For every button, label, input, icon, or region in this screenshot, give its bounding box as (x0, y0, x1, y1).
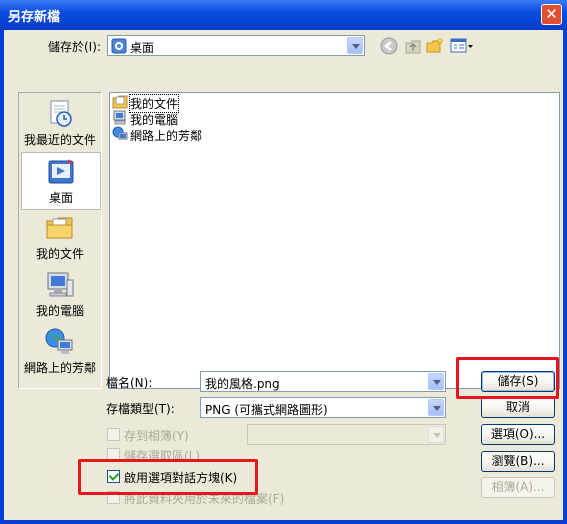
chevron-down-icon (428, 426, 444, 443)
enable-options-highlight (78, 459, 258, 495)
place-label: 我最近的文件 (23, 133, 96, 147)
file-name: 我的電腦 (130, 113, 179, 127)
browse-button[interactable]: 瀏覽(B)... (481, 451, 555, 472)
recent-documents-icon (50, 100, 72, 127)
filetype-label: 存檔類型(T): (106, 402, 175, 416)
cancel-button[interactable]: 取消 (481, 397, 555, 418)
chevron-down-icon (347, 37, 363, 54)
save-in-dropdown[interactable]: 桌面 (107, 35, 365, 56)
place-label: 我的文件 (35, 247, 84, 261)
view-menu-icon[interactable] (450, 37, 474, 55)
place-network-places[interactable]: 網路上的芳鄰 (21, 323, 99, 379)
save-to-album-checkbox[interactable] (107, 428, 120, 441)
file-list[interactable]: 我的文件 我的電腦 網路上的芳鄰 (109, 92, 560, 389)
filetype-dropdown[interactable]: PNG (可攜式網路圖形) (200, 397, 446, 418)
filename-value: 我的風格.png (205, 377, 280, 391)
save-in-value: 桌面 (130, 41, 155, 55)
up-folder-icon[interactable] (404, 37, 422, 55)
album-dropdown[interactable] (247, 424, 446, 445)
save-as-dialog: 另存新檔 ✕ 儲存於(I): 桌面 我最近的文件 桌面 我的文件 我的電腦 網路… (0, 0, 567, 524)
album-button[interactable]: 相簿(A)... (481, 477, 555, 498)
place-desktop[interactable]: 桌面 (21, 152, 101, 210)
chevron-down-icon[interactable] (428, 373, 444, 390)
place-label: 網路上的芳鄰 (23, 361, 96, 375)
save-in-label: 儲存於(I): (48, 40, 101, 54)
my-computer-icon (47, 272, 74, 297)
new-folder-icon[interactable] (426, 37, 444, 55)
window-title: 另存新檔 (8, 10, 61, 25)
close-button[interactable]: ✕ (541, 4, 562, 25)
my-documents-icon (112, 95, 128, 109)
places-bar: 我最近的文件 桌面 我的文件 我的電腦 網路上的芳鄰 (18, 92, 102, 389)
desktop-icon (48, 159, 74, 184)
network-places-icon (45, 328, 73, 354)
desktop-icon (111, 38, 127, 54)
place-label: 桌面 (48, 191, 73, 205)
place-recent-documents[interactable]: 我最近的文件 (21, 95, 99, 151)
filetype-value: PNG (可攜式網路圖形) (205, 403, 328, 417)
save-to-album-label: 存到相簿(Y) (124, 429, 189, 443)
my-documents-icon (46, 217, 73, 239)
filename-input[interactable]: 我的風格.png (200, 371, 446, 392)
chevron-down-icon[interactable] (428, 399, 444, 416)
back-icon[interactable] (380, 37, 398, 55)
file-name: 我的文件 (128, 94, 180, 113)
filename-label: 檔名(N): (106, 376, 153, 390)
file-name: 網路上的芳鄰 (130, 129, 203, 143)
dialog-body: 儲存於(I): 桌面 我最近的文件 桌面 我的文件 我的電腦 網路上的芳鄰 我的… (4, 30, 563, 520)
save-button-highlight (456, 357, 559, 399)
place-label: 我的電腦 (35, 304, 84, 318)
my-computer-icon (113, 110, 126, 125)
network-places-icon (112, 126, 128, 140)
title-bar[interactable]: 另存新檔 ✕ (0, 0, 567, 30)
place-my-documents[interactable]: 我的文件 (21, 209, 99, 265)
place-my-computer[interactable]: 我的電腦 (21, 266, 99, 322)
options-button[interactable]: 選項(O)... (481, 424, 555, 445)
